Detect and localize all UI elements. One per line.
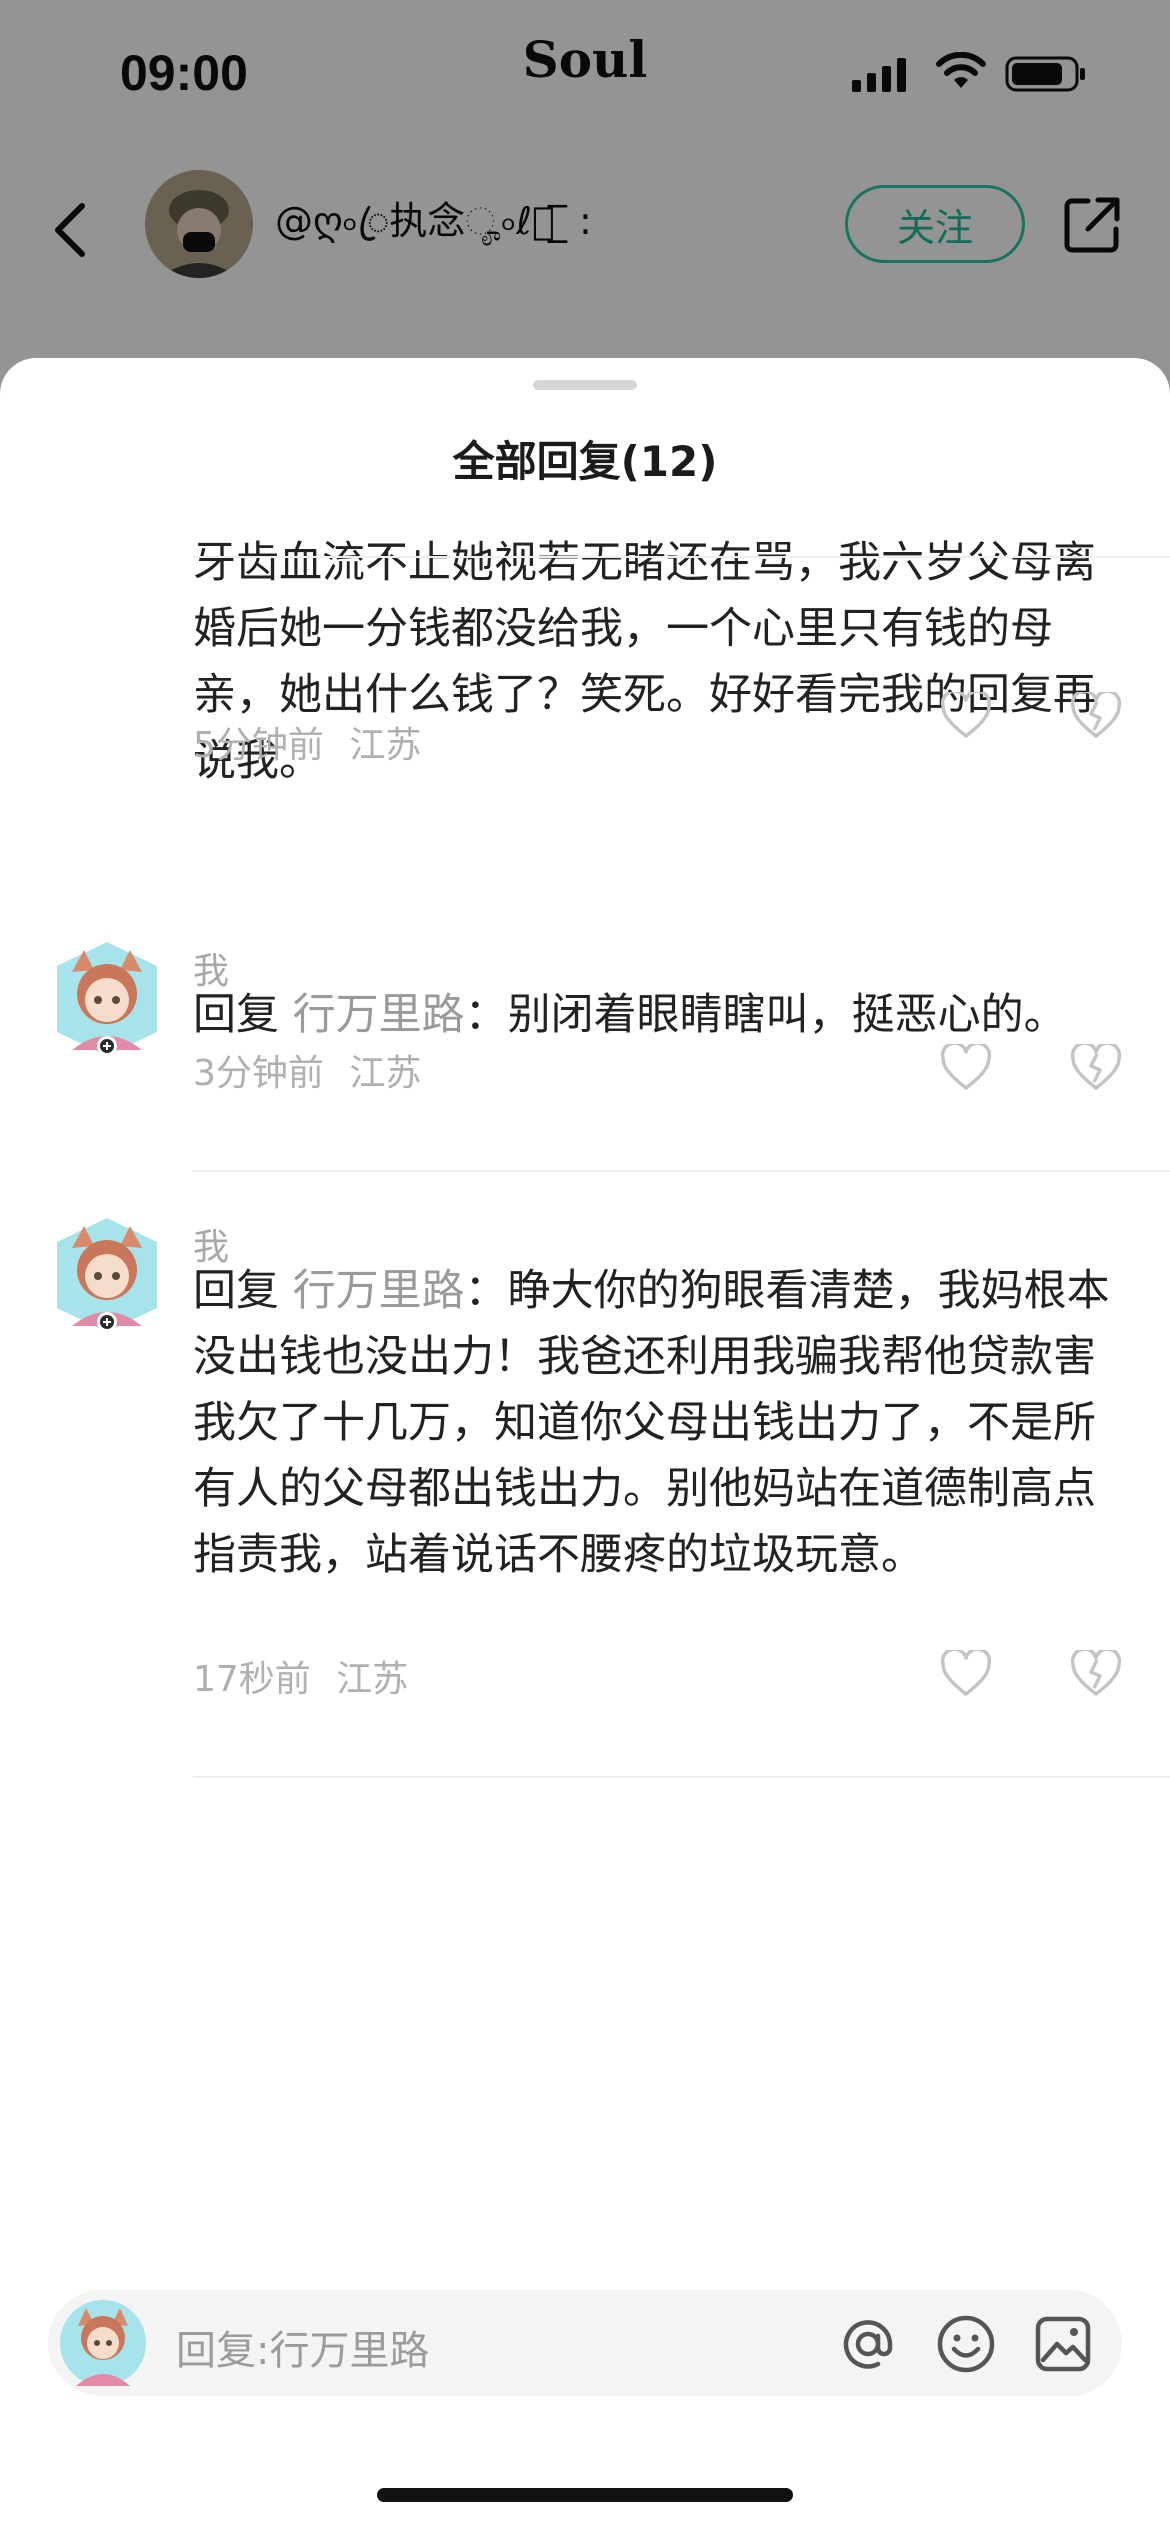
reply-input[interactable]: 回复:行万里路 (176, 2318, 429, 2376)
broken-heart-icon[interactable] (1070, 692, 1122, 740)
comment-meta: 3分钟前 江苏 (193, 1044, 421, 1096)
commenter-avatar[interactable] (46, 1214, 168, 1336)
reply-target-user[interactable]: 行万里路 (293, 990, 465, 1040)
commenter-avatar[interactable] (46, 938, 168, 1060)
reply-prefix: 回复 (193, 990, 293, 1040)
comment-meta: 17秒前 江苏 (193, 1650, 408, 1702)
comment-location: 江苏 (336, 1659, 409, 1700)
broken-heart-icon[interactable] (1070, 1650, 1122, 1698)
heart-icon[interactable] (940, 692, 992, 740)
comment-body: ：别闭着眼睛瞎叫，挺恶心的。 (464, 990, 1067, 1040)
comment-meta: 5分钟前 江苏 (193, 716, 421, 768)
image-icon[interactable] (1033, 2314, 1093, 2374)
sheet-drag-handle[interactable] (533, 380, 637, 390)
reply-prefix: 回复 (193, 1266, 293, 1316)
heart-icon[interactable] (940, 1044, 992, 1092)
comment-time: 17秒前 (193, 1659, 311, 1700)
reply-input-bar[interactable]: 回复:行万里路 (48, 2290, 1122, 2396)
home-indicator (377, 2488, 793, 2502)
broken-heart-icon[interactable] (1070, 1044, 1122, 1092)
replies-sheet: 全部回复(12) 牙齿血流不止她视若无睹还在骂，我六岁父母离婚后她一分钱都没给我… (0, 358, 1170, 2532)
comment-text: 回复 行万里路：睁大你的狗眼看清楚，我妈根本没出钱也没出力！我爸还利用我骗我帮他… (193, 1258, 1113, 1588)
reply-target-user[interactable]: 行万里路 (293, 1266, 465, 1316)
comment-time: 5分钟前 (193, 725, 324, 766)
comment-time: 3分钟前 (193, 1053, 324, 1094)
comment-divider (193, 1776, 1170, 1778)
comment-divider (193, 1170, 1170, 1172)
comment-divider (193, 556, 1170, 558)
comment-text: 回复 行万里路：别闭着眼睛瞎叫，挺恶心的。 (193, 982, 1113, 1048)
sheet-title: 全部回复(12) (452, 437, 718, 486)
mention-icon[interactable] (838, 2314, 898, 2374)
my-avatar (60, 2300, 146, 2386)
emoji-icon[interactable] (936, 2314, 996, 2374)
comment-location: 江苏 (349, 725, 422, 766)
heart-icon[interactable] (940, 1650, 992, 1698)
comment-location: 江苏 (349, 1053, 422, 1094)
